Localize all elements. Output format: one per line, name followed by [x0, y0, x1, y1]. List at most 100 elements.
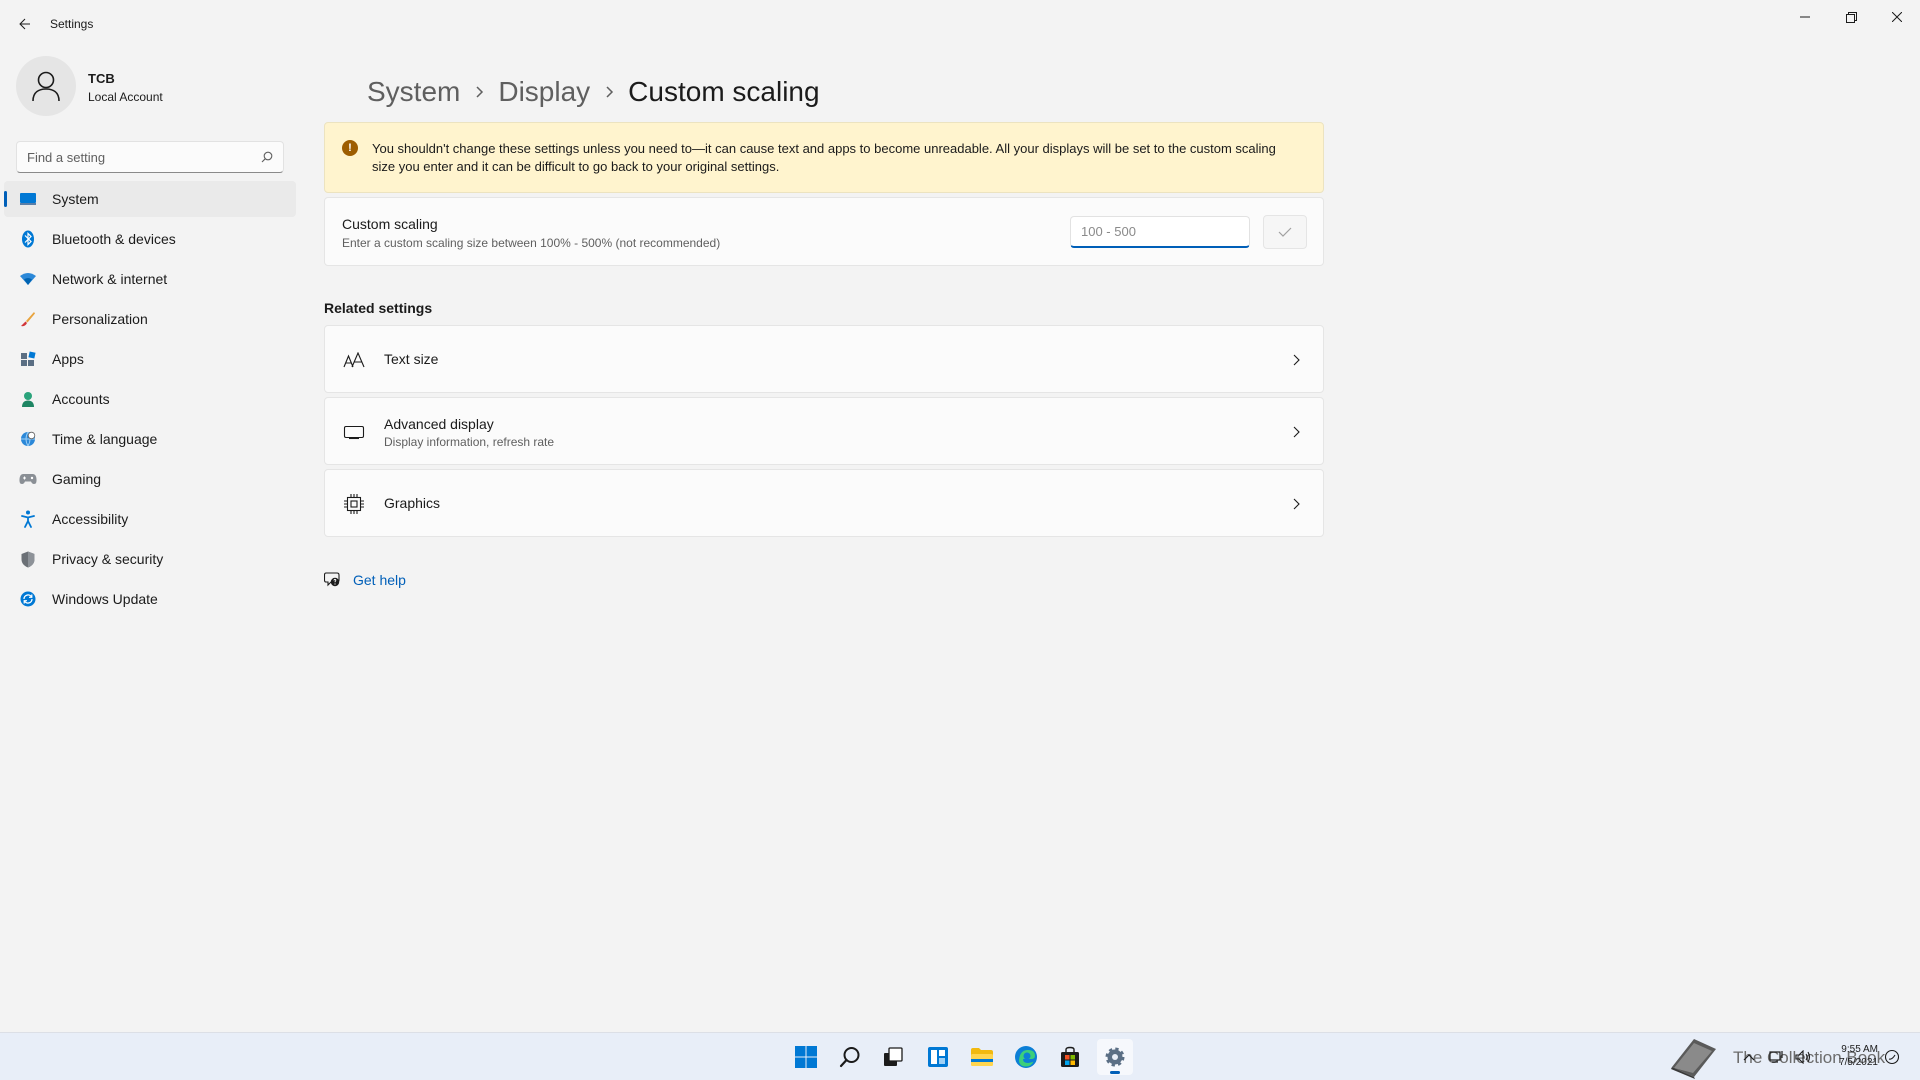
accessibility-icon [18, 509, 38, 529]
notification-icon [1884, 1049, 1900, 1065]
active-indicator [1110, 1071, 1120, 1074]
brush-icon [18, 309, 38, 329]
sidebar-item-label: Network & internet [52, 271, 168, 287]
system-tray [1743, 1033, 1811, 1080]
sidebar-item-label: Time & language [52, 431, 158, 447]
sidebar-item-accounts[interactable]: Accounts [4, 381, 296, 417]
apply-button[interactable] [1263, 215, 1307, 249]
task-view-button[interactable] [875, 1039, 911, 1075]
restore-button[interactable] [1828, 4, 1874, 30]
store-icon [1061, 1046, 1079, 1067]
close-button[interactable] [1874, 4, 1920, 30]
sidebar-item-time-language[interactable]: Time & language [4, 421, 296, 457]
close-icon [1892, 12, 1902, 22]
profile-account-type: Local Account [88, 90, 163, 104]
bluetooth-icon [18, 229, 38, 249]
breadcrumb-display[interactable]: Display [498, 76, 590, 108]
sidebar-item-system[interactable]: System [4, 181, 296, 217]
sidebar-item-label: Personalization [52, 311, 148, 327]
sidebar-item-label: System [52, 191, 99, 207]
book-icon [1671, 1039, 1716, 1079]
chevron-right-icon [1288, 352, 1304, 368]
sidebar-item-gaming[interactable]: Gaming [4, 461, 296, 497]
graphics-link[interactable]: Graphics [324, 469, 1324, 537]
sidebar-item-label: Windows Update [52, 591, 158, 607]
taskbar-clock[interactable]: 9:55 AM 7/5/2021 [1818, 1043, 1878, 1069]
sidebar-item-privacy[interactable]: Privacy & security [4, 541, 296, 577]
monitor-icon [342, 420, 366, 444]
widgets-icon [928, 1047, 948, 1067]
clock-date: 7/5/2021 [1839, 1057, 1878, 1068]
clock-time: 9:55 AM [1841, 1044, 1878, 1055]
apps-icon [18, 349, 38, 369]
search-input[interactable] [27, 149, 261, 165]
custom-scaling-title: Custom scaling [342, 216, 438, 232]
avatar [16, 56, 76, 116]
globe-clock-icon [18, 429, 38, 449]
text-size-link[interactable]: Text size [324, 325, 1324, 393]
task-view-icon [884, 1047, 903, 1066]
sidebar-item-windows-update[interactable]: Windows Update [4, 581, 296, 617]
sidebar-item-label: Apps [52, 351, 84, 367]
sidebar-nav: System Bluetooth & devices Network & int… [4, 181, 296, 621]
custom-scaling-description: Enter a custom scaling size between 100%… [342, 236, 721, 250]
taskbar: The Collection Book 9:55 AM 7/5/2021 [0, 1032, 1920, 1080]
windows-logo-icon [795, 1046, 817, 1068]
chevron-up-icon[interactable] [1743, 1053, 1755, 1061]
accounts-icon [18, 389, 38, 409]
shield-icon [18, 549, 38, 569]
update-icon [18, 589, 38, 609]
minimize-icon [1800, 16, 1810, 18]
sidebar-item-personalization[interactable]: Personalization [4, 301, 296, 337]
volume-icon[interactable] [1795, 1050, 1811, 1064]
chevron-right-icon [1288, 496, 1304, 512]
text-size-icon [342, 348, 366, 372]
sidebar-item-accessibility[interactable]: Accessibility [4, 501, 296, 537]
search-box[interactable] [16, 141, 284, 173]
warning-banner: ! You shouldn't change these settings un… [324, 122, 1324, 193]
back-button[interactable] [14, 13, 36, 35]
network-icon[interactable] [1769, 1050, 1785, 1064]
notification-button[interactable] [1884, 1033, 1900, 1080]
graphics-title: Graphics [384, 495, 441, 511]
app-title: Settings [50, 17, 94, 31]
sidebar-item-label: Bluetooth & devices [52, 231, 176, 247]
breadcrumb-system[interactable]: System [367, 76, 460, 108]
person-icon [32, 71, 60, 102]
chip-icon [342, 492, 366, 516]
sidebar-item-apps[interactable]: Apps [4, 341, 296, 377]
get-help-label: Get help [353, 572, 406, 588]
chevron-right-icon [604, 85, 614, 99]
start-button[interactable] [788, 1039, 824, 1075]
sidebar-item-network[interactable]: Network & internet [4, 261, 296, 297]
advanced-display-link[interactable]: Advanced display Display information, re… [324, 397, 1324, 465]
taskbar-search-button[interactable] [832, 1039, 868, 1075]
settings-taskbar-button[interactable] [1097, 1039, 1133, 1075]
controller-icon [18, 469, 38, 489]
sidebar-item-label: Gaming [52, 471, 102, 487]
edge-button[interactable] [1008, 1039, 1044, 1075]
warning-icon: ! [342, 140, 358, 156]
edge-icon [1015, 1046, 1037, 1068]
back-arrow-icon [19, 18, 30, 30]
breadcrumb: System Display Custom scaling [367, 76, 820, 108]
warning-text: You shouldn't change these settings unle… [372, 141, 1276, 174]
user-profile[interactable]: TCB Local Account [16, 56, 296, 118]
search-icon [261, 151, 273, 163]
sidebar-item-label: Accessibility [52, 511, 129, 527]
minimize-button[interactable] [1782, 4, 1828, 30]
network-icon [18, 269, 38, 289]
watermark-logo [1668, 1033, 1720, 1080]
custom-scaling-input[interactable] [1070, 216, 1250, 248]
store-button[interactable] [1052, 1039, 1088, 1075]
sidebar-item-label: Accounts [52, 391, 110, 407]
page-title: Custom scaling [628, 76, 820, 107]
restore-icon [1845, 11, 1857, 23]
get-help-link[interactable]: Get help [324, 571, 406, 589]
sidebar-item-bluetooth[interactable]: Bluetooth & devices [4, 221, 296, 257]
widgets-button[interactable] [920, 1039, 956, 1075]
file-explorer-button[interactable] [964, 1039, 1000, 1075]
chevron-right-icon [474, 85, 484, 99]
advanced-display-subtitle: Display information, refresh rate [384, 435, 555, 449]
custom-scaling-card: Custom scaling Enter a custom scaling si… [324, 197, 1324, 266]
